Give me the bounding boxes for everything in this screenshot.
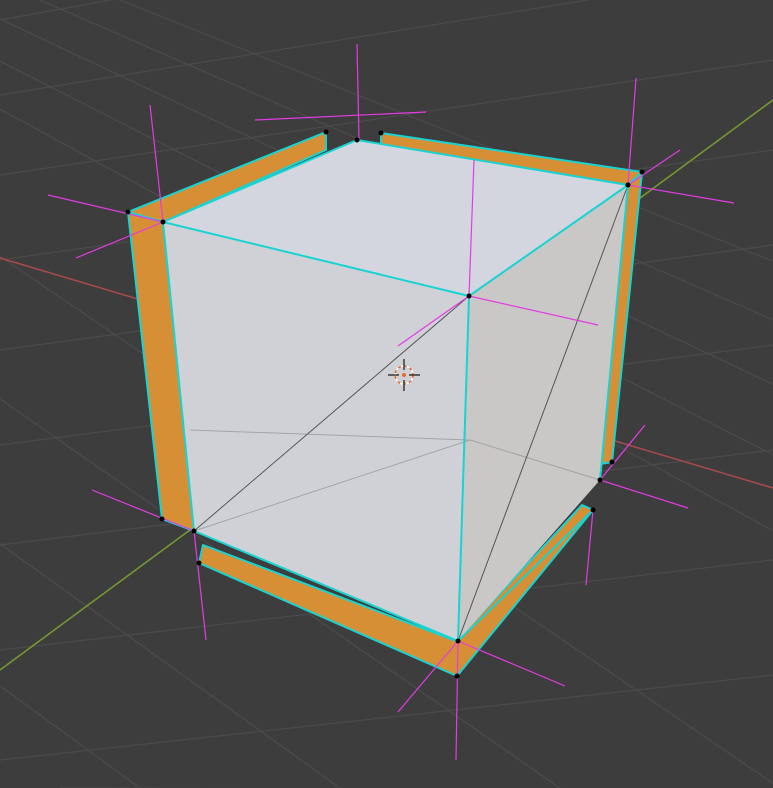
vertex[interactable] (597, 477, 603, 483)
vertex[interactable] (125, 209, 131, 215)
vertex[interactable] (455, 638, 461, 644)
vertex[interactable] (639, 169, 645, 175)
3d-viewport[interactable] (0, 0, 773, 788)
vertex[interactable] (590, 507, 596, 513)
vertex[interactable] (160, 219, 166, 225)
vertex[interactable] (378, 130, 384, 136)
vertex[interactable] (159, 516, 165, 522)
vertex[interactable] (191, 528, 197, 534)
vertex[interactable] (454, 673, 460, 679)
vertex[interactable] (609, 459, 615, 465)
vertex[interactable] (625, 182, 631, 188)
vertex[interactable] (196, 560, 202, 566)
vertex[interactable] (354, 137, 360, 143)
vertex[interactable] (323, 129, 329, 135)
vertex[interactable] (466, 293, 472, 299)
